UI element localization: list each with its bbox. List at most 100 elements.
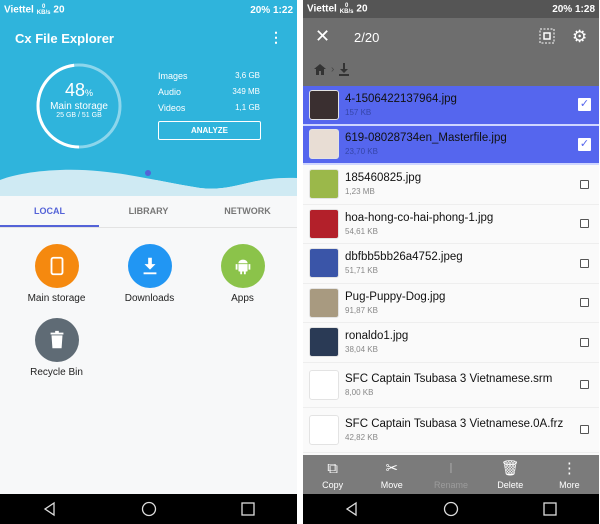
file-row[interactable]: 4-1506422137964.jpg 157 KB ✓ xyxy=(303,86,599,126)
battery: 20% xyxy=(250,4,271,16)
shortcut-apps[interactable]: Apps xyxy=(196,244,289,304)
recents-icon[interactable] xyxy=(542,501,558,517)
copy-icon: ⧉ xyxy=(327,459,338,477)
trash-icon: 🗑 xyxy=(500,459,520,477)
delete-button[interactable]: 🗑 Delete xyxy=(481,455,540,494)
action-label: Delete xyxy=(497,479,524,490)
notification-badge: 20 xyxy=(356,3,368,15)
shortcut-main-storage[interactable]: Main storage xyxy=(10,244,103,304)
clock: 1:22 xyxy=(272,4,293,16)
home-screen: Viettel 0 KB/s 20 20% 1:22 Cx File Explo… xyxy=(0,0,297,524)
file-name: dbfbb5bb26a4752.jpeg xyxy=(345,251,463,264)
selection-toolbar: ✕ 2/20 ⚙ › xyxy=(303,18,599,86)
tablet-icon xyxy=(34,244,79,288)
stat-label: Images xyxy=(158,71,188,81)
action-label: Rename xyxy=(433,479,469,490)
file-size: 157 KB xyxy=(345,107,372,117)
file-row[interactable]: hoa-hong-co-hai-phong-1.jpg 54,61 KB xyxy=(303,205,599,244)
file-thumbnail xyxy=(309,129,339,160)
shortcut-label: Downloads xyxy=(124,293,175,304)
file-name: 185460825.jpg xyxy=(345,172,422,185)
file-name: SFC Captain Tsubasa 3 Vietnamese.0A.frz xyxy=(345,417,564,430)
storage-usage: 25 GB / 51 GB xyxy=(56,112,102,119)
stat-label: Audio xyxy=(158,87,182,97)
action-label: More xyxy=(559,479,580,490)
back-icon[interactable] xyxy=(42,501,58,517)
move-button[interactable]: ✂ Move xyxy=(362,455,421,494)
stat-label: Videos xyxy=(158,103,186,113)
file-thumbnail xyxy=(309,327,339,358)
shortcut-recycle-bin[interactable]: Recycle Bin xyxy=(10,318,103,378)
checkbox[interactable] xyxy=(580,179,589,189)
file-name: Pug-Puppy-Dog.jpg xyxy=(345,290,446,303)
checkbox[interactable]: ✓ xyxy=(578,137,591,151)
action-label: Move xyxy=(380,479,403,490)
home-icon[interactable] xyxy=(141,501,157,517)
file-thumbnail xyxy=(309,287,339,318)
notification-badge: 20 xyxy=(53,4,65,16)
more-button[interactable]: ⋮ More xyxy=(540,455,599,494)
more-menu-icon[interactable]: ⋮ xyxy=(269,29,283,46)
checkbox[interactable] xyxy=(580,380,589,389)
checkbox[interactable] xyxy=(580,258,589,268)
recents-icon[interactable] xyxy=(240,501,256,517)
file-size: 23,70 KB xyxy=(345,147,378,157)
checkbox[interactable] xyxy=(580,425,589,434)
file-thumbnail xyxy=(309,208,339,239)
stat-videos: Videos 1,1 GB xyxy=(158,103,260,119)
percent-sign: % xyxy=(85,88,94,98)
close-icon[interactable]: ✕ xyxy=(315,26,330,47)
tab-local[interactable]: LOCAL xyxy=(0,198,99,227)
file-name: 619-08028734en_Masterfile.jpg xyxy=(345,132,507,145)
stat-value: 3,6 GB xyxy=(235,71,260,80)
copy-button[interactable]: ⧉ Copy xyxy=(303,455,362,494)
stat-value: 1,1 GB xyxy=(235,103,260,112)
scissors-icon: ✂ xyxy=(385,459,399,477)
selection-count: 2/20 xyxy=(354,30,380,45)
shortcut-downloads[interactable]: Downloads xyxy=(103,244,196,304)
checkbox[interactable] xyxy=(580,337,589,347)
gear-icon[interactable]: ⚙ xyxy=(572,27,587,47)
shortcut-grid: Main storage Downloads Apps Recycle Bin xyxy=(10,244,290,378)
file-size: 42,82 KB xyxy=(345,432,378,442)
file-size: 54,61 KB xyxy=(345,226,378,236)
back-icon[interactable] xyxy=(344,501,360,517)
file-size: 91,87 KB xyxy=(345,305,378,315)
checkbox[interactable]: ✓ xyxy=(578,98,591,112)
network-speed: 0 KB/s xyxy=(339,3,354,15)
checkbox[interactable] xyxy=(580,298,589,308)
stat-audio: Audio 349 MB xyxy=(158,87,260,103)
tab-library[interactable]: LIBRARY xyxy=(99,198,198,227)
carrier: Viettel xyxy=(4,4,34,16)
select-all-icon[interactable] xyxy=(539,28,555,44)
home-folder-icon[interactable] xyxy=(313,63,327,76)
file-row[interactable]: SFC Captain Tsubasa 3 Vietnamese.srm 8,00… xyxy=(303,363,599,408)
download-folder-icon[interactable] xyxy=(338,63,350,76)
file-row[interactable]: 619-08028734en_Masterfile.jpg 23,70 KB ✓ xyxy=(303,125,599,165)
storage-label: Main storage xyxy=(50,101,108,112)
file-row[interactable]: ronaldo1.jpg 38,04 KB xyxy=(303,323,599,363)
file-row[interactable]: 185460825.jpg 1,23 MB xyxy=(303,165,599,205)
navigation-bar xyxy=(303,494,599,524)
stat-value: 349 MB xyxy=(232,87,260,96)
file-row[interactable]: Pug-Puppy-Dog.jpg 91,87 KB xyxy=(303,284,599,323)
tab-network[interactable]: NETWORK xyxy=(198,198,297,227)
tab-bar: LOCAL LIBRARY NETWORK xyxy=(0,198,297,228)
file-name: ronaldo1.jpg xyxy=(345,330,409,343)
file-size: 38,04 KB xyxy=(345,345,378,355)
checkbox[interactable] xyxy=(580,219,589,229)
file-thumbnail xyxy=(309,89,339,120)
status-bar: Viettel 0 KB/s 20 20% 1:22 xyxy=(0,0,297,20)
file-row[interactable]: SFC Captain Tsubasa 3 Vietnamese.0A.frz 4… xyxy=(303,408,599,453)
rename-button[interactable]: I Rename xyxy=(421,455,480,494)
breadcrumb: › xyxy=(313,63,350,76)
home-icon[interactable] xyxy=(443,501,459,517)
stat-images: Images 3,6 GB xyxy=(158,71,260,87)
file-thumbnail xyxy=(309,248,339,279)
file-row[interactable]: dbfbb5bb26a4752.jpeg 51,71 KB xyxy=(303,244,599,284)
navigation-bar xyxy=(0,494,297,524)
wave-decoration xyxy=(0,158,297,196)
rename-icon: I xyxy=(448,459,454,477)
network-speed: 0 KB/s xyxy=(36,4,51,16)
analyze-button[interactable]: ANALYZE xyxy=(158,121,261,140)
